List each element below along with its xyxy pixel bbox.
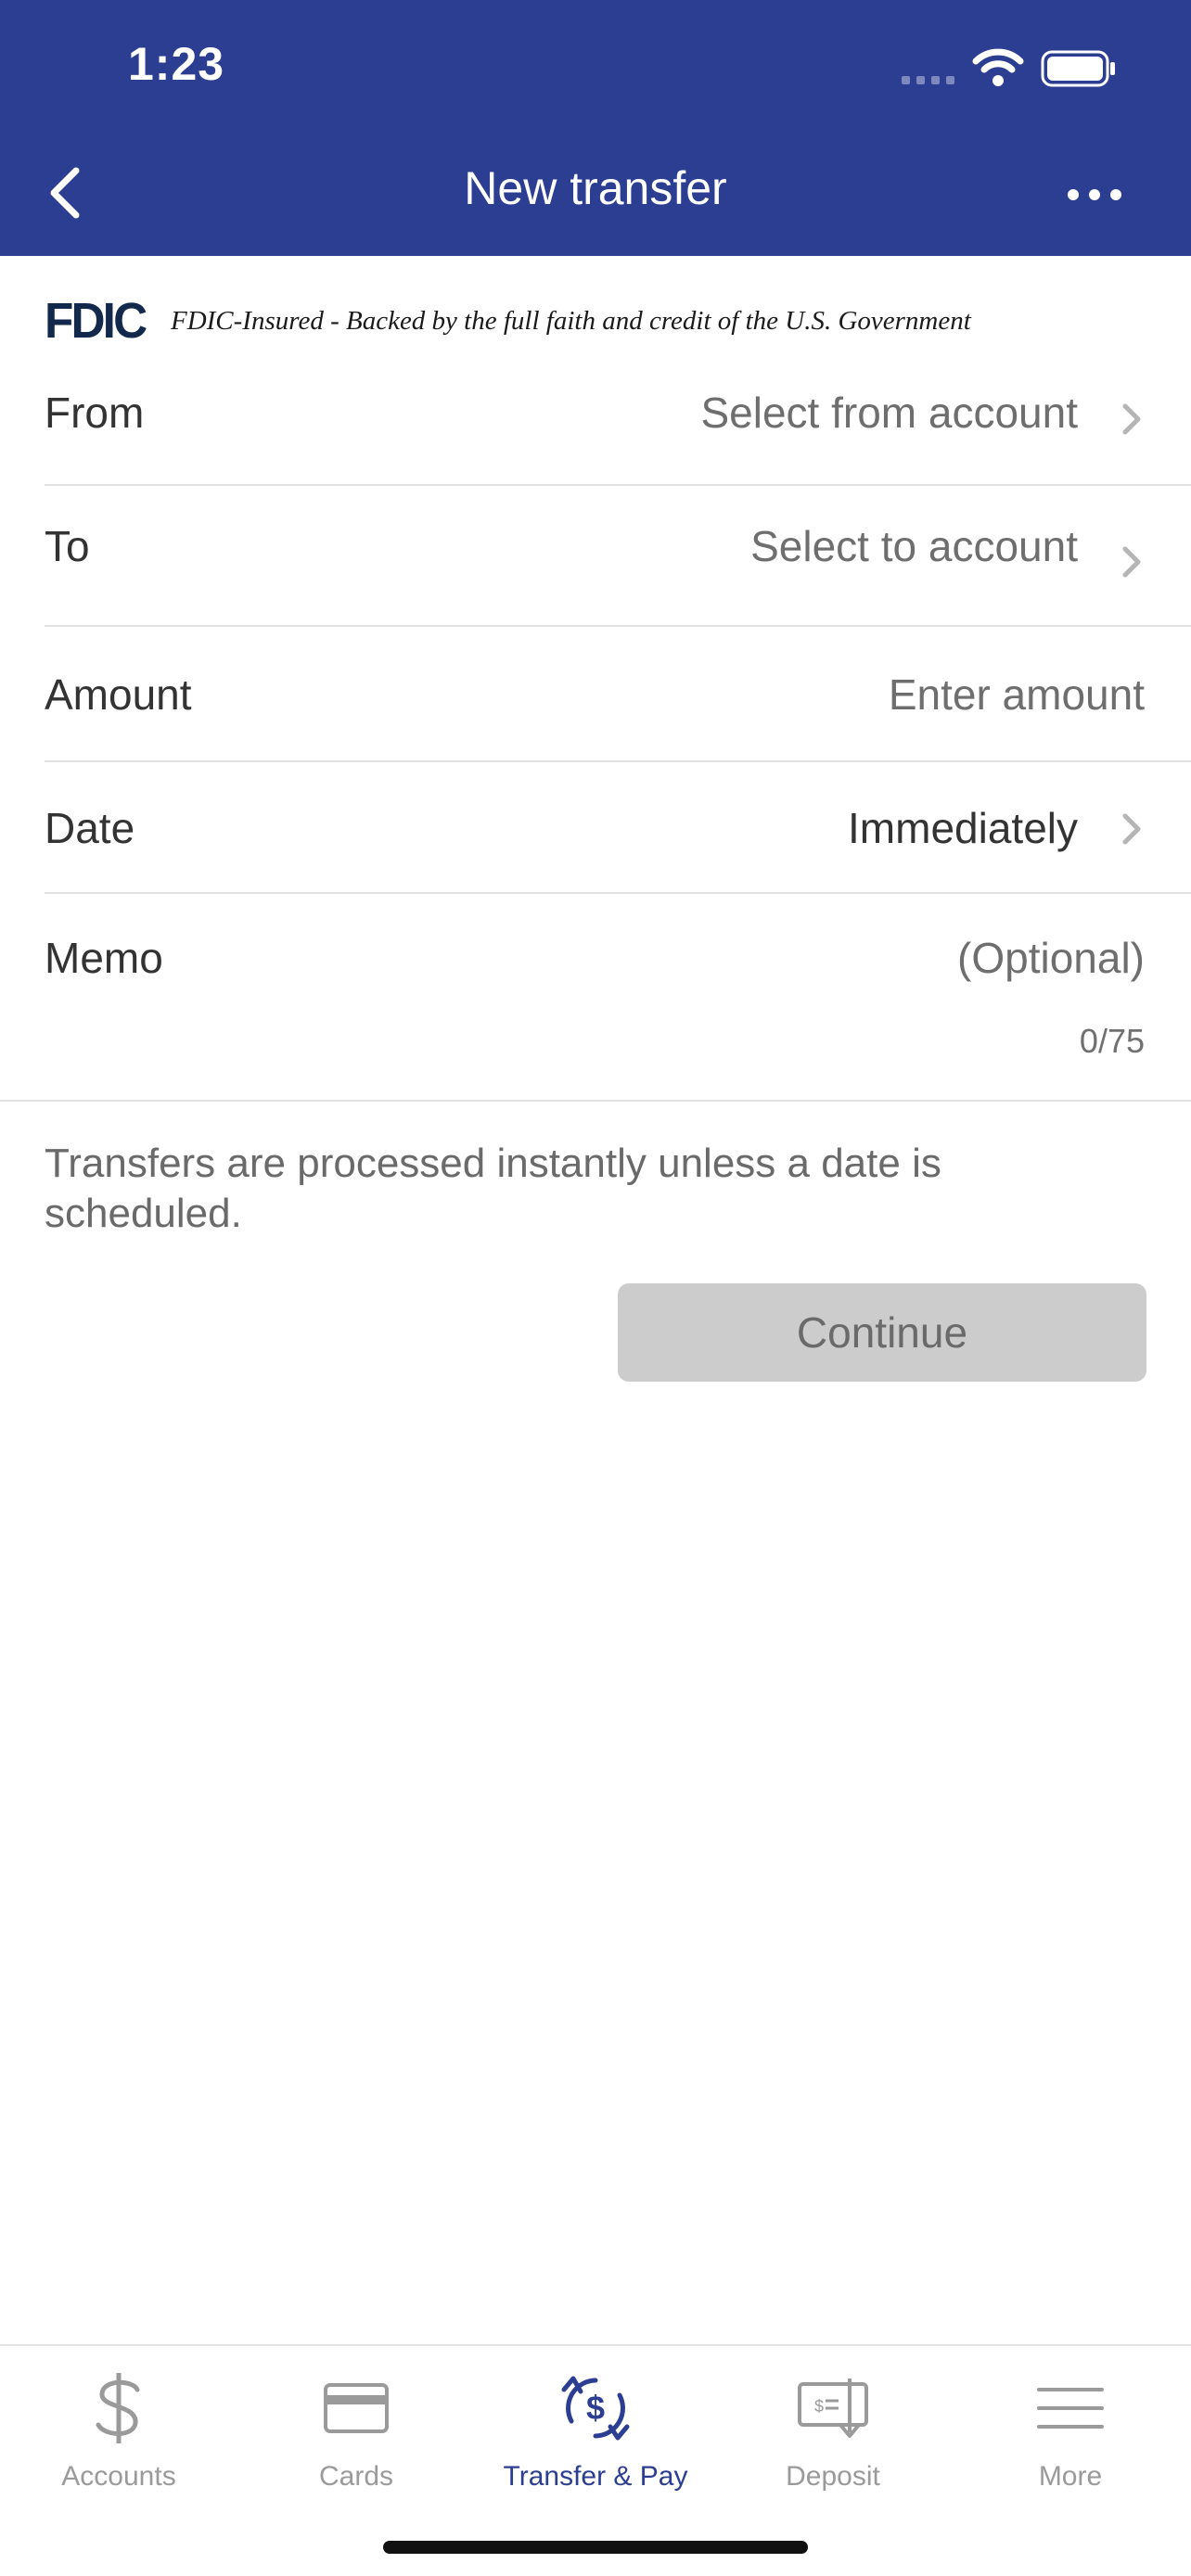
check-deposit-icon: $ — [791, 2366, 875, 2450]
battery-icon — [1041, 50, 1115, 87]
from-label: From — [45, 389, 145, 437]
fdic-text: FDIC-Insured - Backed by the full faith … — [170, 305, 971, 336]
memo-character-counter: 0/75 — [1079, 1022, 1145, 1060]
tab-transfer-pay[interactable]: $ Transfer & Pay — [477, 2346, 714, 2504]
chevron-right-icon — [1122, 546, 1141, 578]
amount-row[interactable]: Amount Enter amount — [45, 627, 1191, 762]
from-account-row[interactable]: From Select from account — [45, 349, 1191, 486]
svg-text:$: $ — [586, 2389, 605, 2427]
status-time: 1:23 — [128, 38, 225, 90]
amount-label: Amount — [45, 670, 192, 719]
tab-label: More — [1038, 2461, 1103, 2492]
wifi-icon — [972, 48, 1024, 86]
tab-label: Deposit — [786, 2461, 880, 2492]
chevron-right-icon — [1122, 403, 1141, 435]
memo-row[interactable]: Memo (Optional) — [45, 894, 1191, 1100]
transfer-pay-icon: $ — [554, 2366, 637, 2450]
app-header: 1:23 New transfer — [0, 0, 1191, 256]
to-account-select[interactable]: Select to account — [750, 521, 1078, 571]
tab-more[interactable]: More — [952, 2346, 1189, 2504]
date-row[interactable]: Date Immediately — [45, 762, 1191, 894]
hamburger-menu-icon — [1029, 2366, 1112, 2450]
signal-icon — [902, 76, 954, 84]
to-account-row[interactable]: To Select to account — [45, 486, 1191, 627]
chevron-right-icon — [1122, 813, 1141, 845]
section-divider — [0, 1100, 1191, 1102]
new-transfer-screen: 1:23 New transfer FDIC FDIC-Insured - Ba… — [0, 0, 1191, 2576]
card-icon — [314, 2366, 398, 2450]
memo-input[interactable]: (Optional) — [957, 933, 1145, 983]
tab-label: Cards — [318, 2461, 394, 2492]
tab-label: Accounts — [61, 2461, 176, 2492]
helper-text: Transfers are processed instantly unless… — [45, 1141, 941, 1236]
svg-text:$: $ — [814, 2397, 824, 2416]
date-label: Date — [45, 804, 135, 852]
from-account-select[interactable]: Select from account — [700, 388, 1078, 438]
memo-label: Memo — [45, 934, 163, 982]
fdic-logo: FDIC — [45, 293, 147, 349]
dollar-icon — [77, 2366, 160, 2450]
tab-accounts[interactable]: Accounts — [0, 2346, 237, 2504]
continue-button[interactable]: Continue — [618, 1283, 1146, 1382]
ellipsis-icon — [1068, 189, 1121, 200]
amount-input[interactable]: Enter amount — [889, 670, 1145, 720]
tab-label: Transfer & Pay — [503, 2461, 688, 2492]
to-label: To — [45, 522, 90, 570]
date-select[interactable]: Immediately — [848, 803, 1078, 853]
more-options-button[interactable] — [1057, 167, 1132, 223]
page-title: New transfer — [464, 162, 727, 214]
tab-deposit[interactable]: $ Deposit — [714, 2346, 952, 2504]
fdic-banner: FDIC FDIC-Insured - Backed by the full f… — [45, 293, 971, 349]
tab-cards[interactable]: Cards — [237, 2346, 475, 2504]
home-indicator[interactable] — [383, 2541, 808, 2554]
